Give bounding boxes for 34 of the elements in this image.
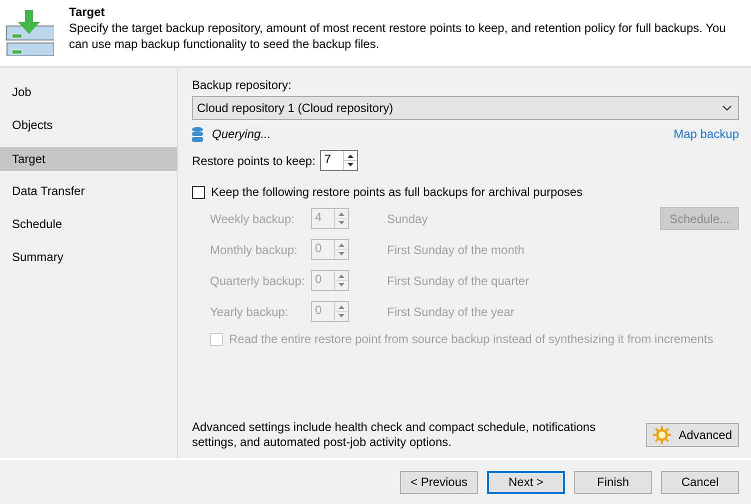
sidebar-item[interactable]: Schedule (0, 208, 177, 241)
wizard-button[interactable]: Finish (574, 470, 652, 494)
wizard-button[interactable]: < Previous (400, 470, 478, 494)
field-label: Monthly backup: (210, 242, 298, 256)
gear-icon (652, 426, 671, 444)
sidebar-item[interactable]: Summary (0, 241, 177, 274)
field-label: Yearly backup: (210, 304, 290, 318)
field-label: Weekly backup: (210, 212, 296, 226)
field-label: Quarterly backup: (210, 274, 306, 288)
checkbox-label: Keep the following restore points as full backups for archival purposes (211, 185, 583, 199)
sidebar-item[interactable]: Target (0, 146, 177, 170)
sidebar-item[interactable]: Objects (0, 109, 177, 142)
page-title: Target (69, 4, 106, 20)
wizard-button[interactable]: Next > (487, 470, 565, 494)
advanced-button[interactable]: Advanced (646, 423, 739, 447)
checkbox[interactable] (192, 186, 205, 198)
schedule-description: Sunday (387, 212, 428, 226)
schedule-description: First Sunday of the quarter (387, 274, 530, 288)
sidebar-item[interactable]: Data Transfer (0, 175, 177, 208)
status-text: Querying... (212, 127, 271, 141)
field-label: Backup repository: (192, 78, 292, 92)
checkbox-label: Read the entire restore point from source backup instead of synthesizing it from increments (229, 332, 714, 346)
database-icon (192, 126, 203, 142)
advanced-description: Advanced settings include health check and compact schedule, notifications settings, and automated post-job activity options. (192, 420, 597, 450)
restore-points-spinner[interactable]: 7 (320, 150, 358, 171)
schedule-description: First Sunday of the month (387, 242, 524, 256)
chevron-down-icon (722, 105, 732, 111)
sidebar-item[interactable]: Job (0, 76, 177, 109)
repository-dropdown[interactable]: Cloud repository 1 (Cloud repository) (192, 96, 739, 120)
wizard-button[interactable]: Cancel (661, 470, 739, 494)
map-backup-link[interactable]: Map backup (674, 127, 739, 141)
schedule-description: First Sunday of the year (387, 304, 514, 318)
page-description: Specify the target backup repository, amount of most recent restore points to keep, and retention policy for full backups. You can use map backup functionality to seed the backup files. (69, 20, 727, 52)
field-label: Restore points to keep: (192, 154, 316, 168)
